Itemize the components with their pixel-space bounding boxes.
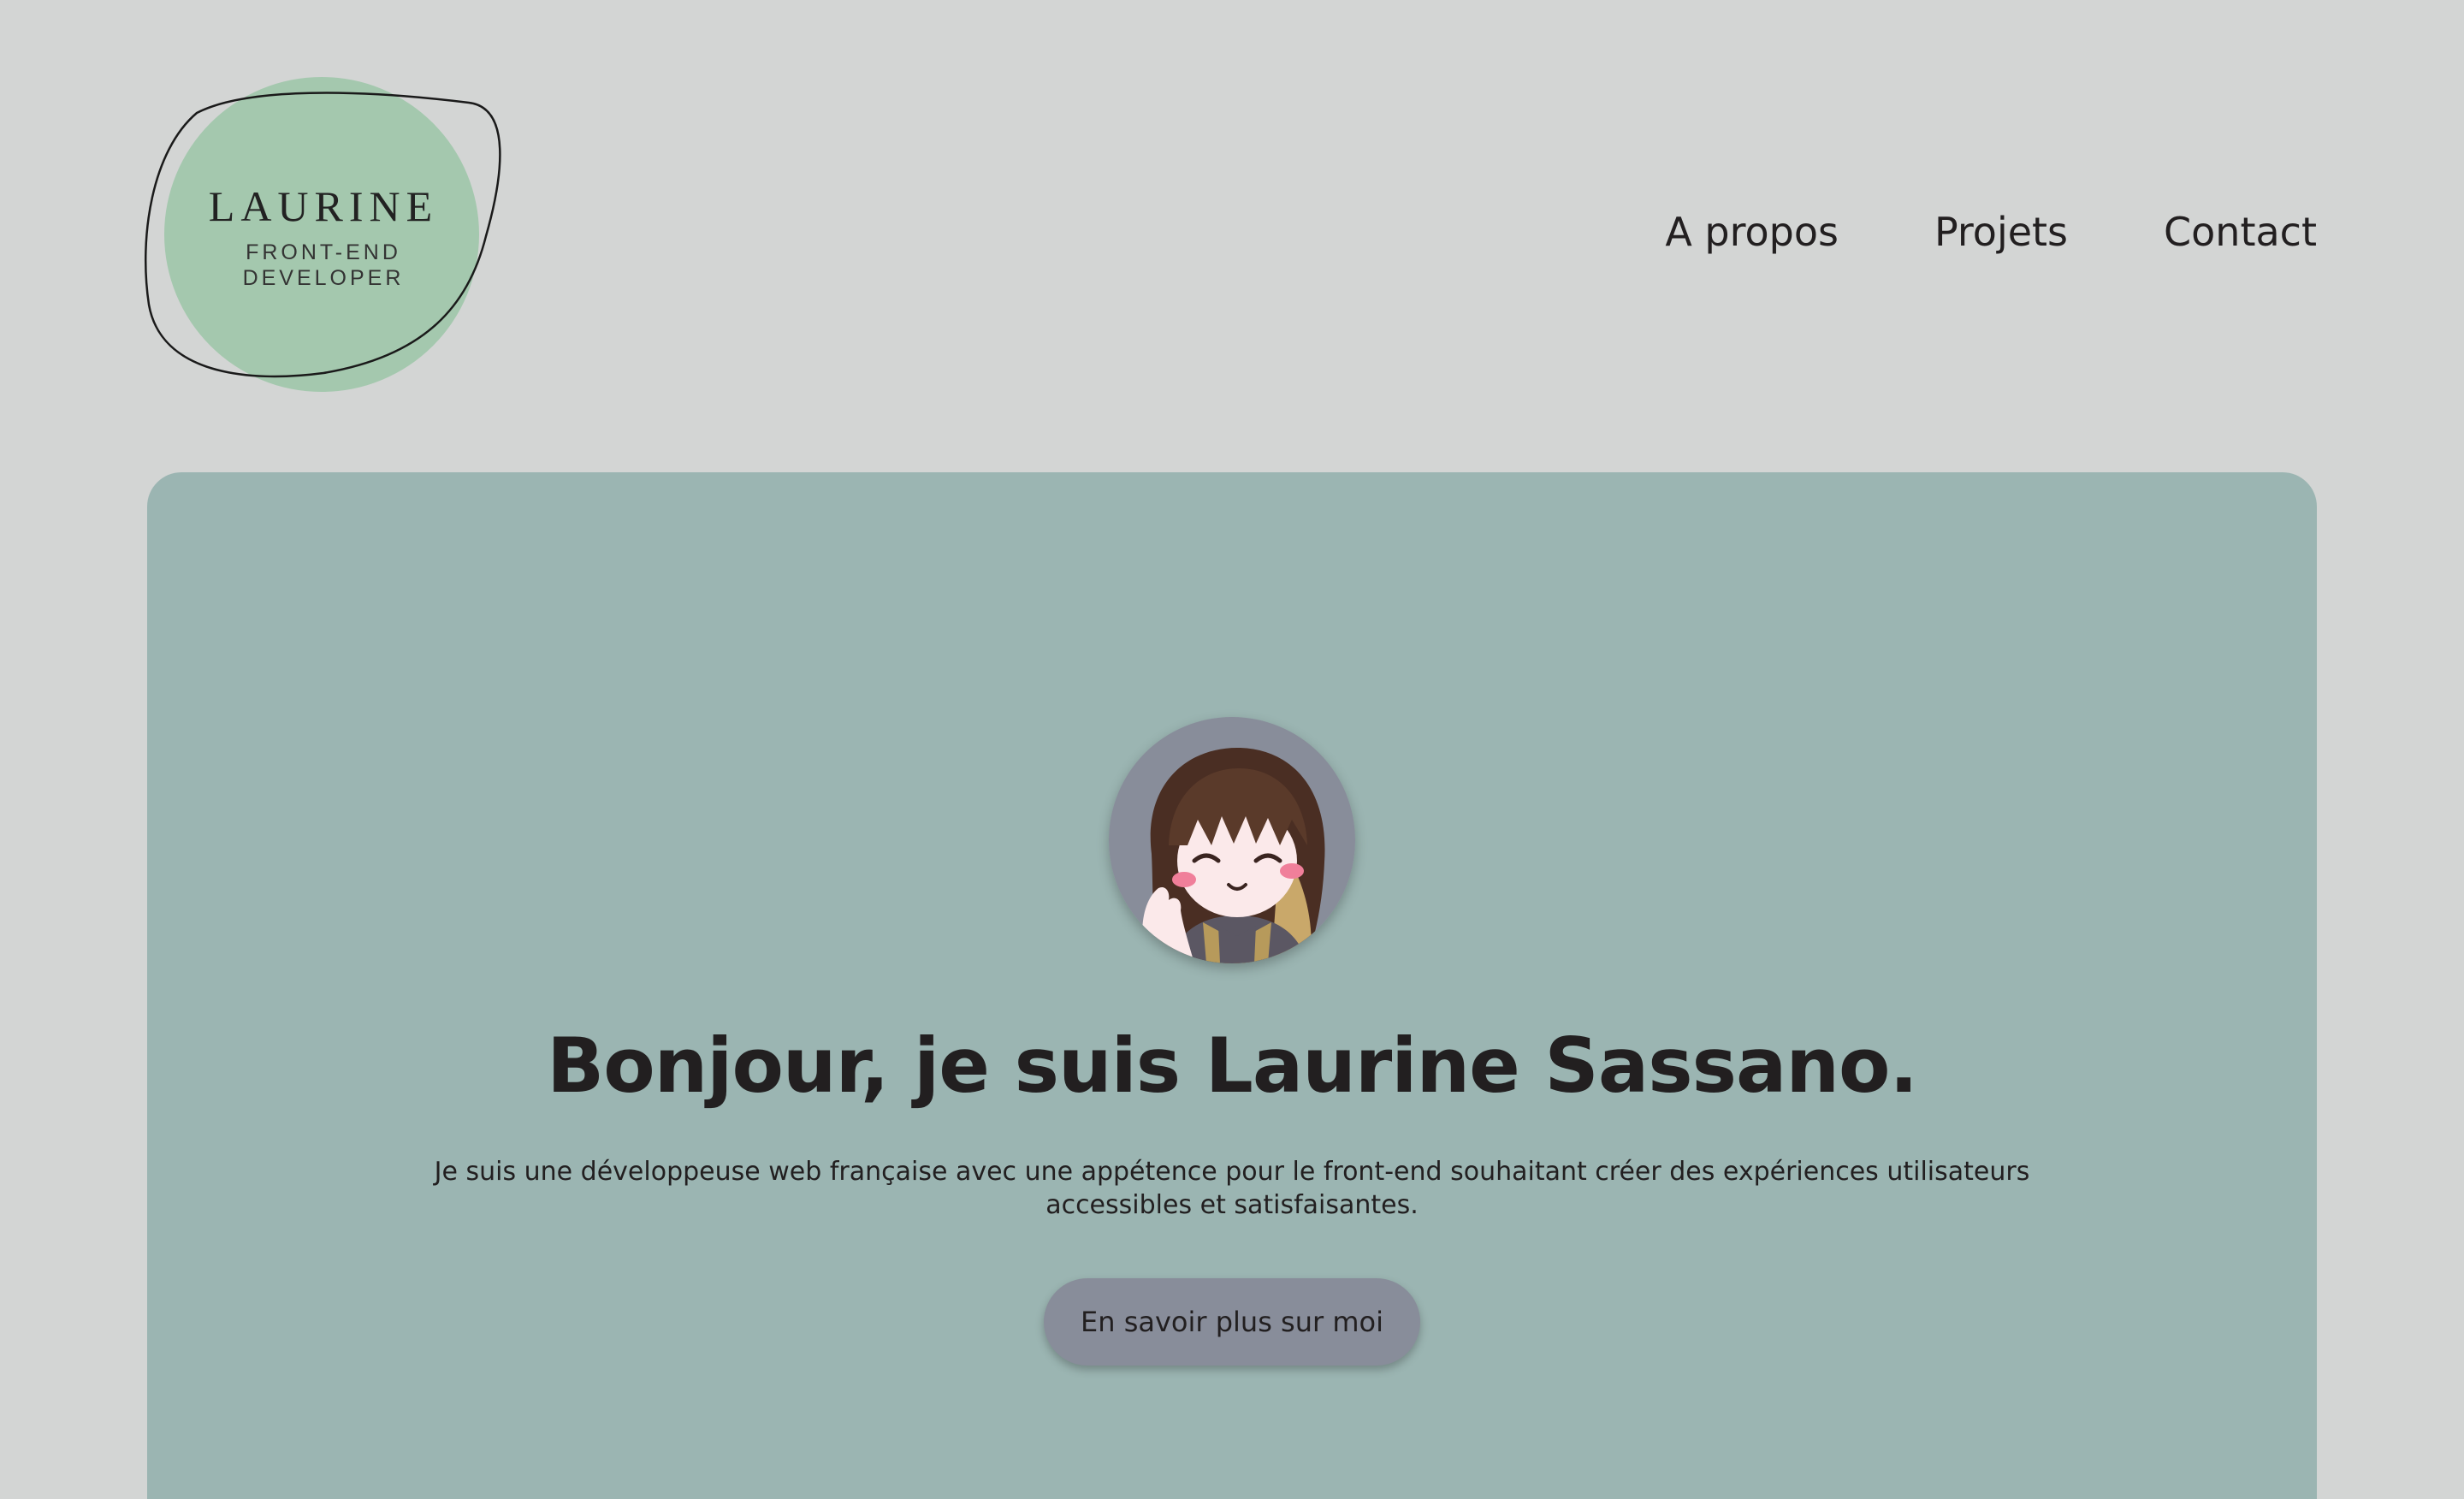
page: LAURINE FRONT-END DEVELOPER A propos Pro… [0, 0, 2464, 1499]
hero-title: Bonjour, je suis Laurine Sassano. [547, 1022, 1918, 1110]
nav-link-a-propos[interactable]: A propos [1665, 209, 1839, 255]
nav-link-projets[interactable]: Projets [1934, 209, 2068, 255]
logo-shape [145, 77, 501, 392]
logo-subtitle-line2: DEVELOPER [242, 266, 405, 290]
learn-more-button[interactable]: En savoir plus sur moi [1044, 1278, 1420, 1366]
hero-description: Je suis une développeuse web française a… [434, 1157, 2030, 1220]
logo-subtitle: FRONT-END DEVELOPER [144, 240, 503, 291]
avatar-illustration [1109, 717, 1355, 963]
main-nav: A propos Projets Contact [1665, 209, 2317, 255]
logo-subtitle-line1: FRONT-END [246, 240, 401, 264]
hero-card: Bonjour, je suis Laurine Sassano. Je sui… [147, 472, 2317, 1499]
avatar [1109, 717, 1355, 963]
nav-link-contact[interactable]: Contact [2164, 209, 2317, 255]
site-logo[interactable]: LAURINE FRONT-END DEVELOPER [144, 74, 503, 395]
logo-name: LAURINE [208, 182, 439, 230]
